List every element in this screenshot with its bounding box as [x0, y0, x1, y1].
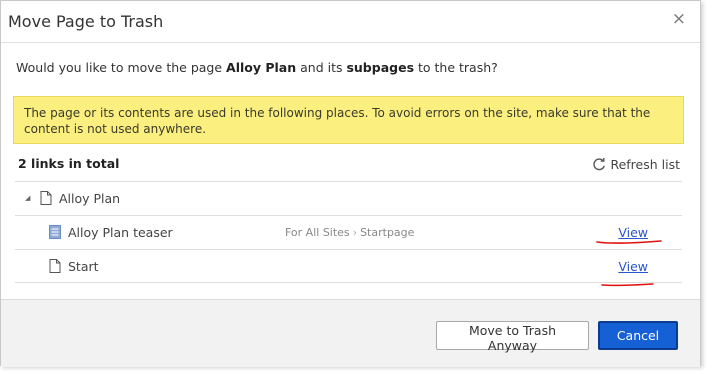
dialog-title: Move Page to Trash [8, 12, 164, 31]
tree-row-item: Alloy Plan teaser For All Sites › Startpag… [15, 215, 682, 249]
refresh-list-label: Refresh list [610, 157, 680, 172]
block-icon [49, 225, 61, 239]
question-page-name: Alloy Plan [226, 60, 297, 75]
expand-caret-icon[interactable]: ◢ [25, 194, 30, 202]
refresh-icon [593, 157, 606, 170]
tree-root-label: Alloy Plan [59, 191, 121, 206]
cancel-button[interactable]: Cancel [598, 321, 678, 350]
dialog-titlebar: Move Page to Trash × [1, 1, 700, 43]
tree-item-label: Start [68, 259, 99, 274]
move-to-trash-dialog: Move Page to Trash × Would you like to m… [0, 0, 701, 367]
chevron-right-icon: › [352, 226, 358, 239]
view-link[interactable]: View [618, 259, 648, 274]
path-segment: Startpage [360, 226, 415, 239]
confirmation-question: Would you like to move the page Alloy Pl… [16, 60, 498, 75]
close-icon[interactable]: × [672, 11, 686, 28]
tree-row-root[interactable]: ◢ Alloy Plan [15, 181, 682, 215]
dialog-footer: Move to Trash Anyway Cancel [1, 299, 700, 367]
page-icon [49, 259, 61, 273]
question-suffix: to the trash? [414, 60, 498, 75]
path-segment: For All Sites [285, 226, 350, 239]
view-link[interactable]: View [618, 225, 648, 240]
page-icon [40, 191, 52, 205]
question-subpages: subpages [346, 60, 415, 75]
links-count: 2 links in total [18, 156, 120, 171]
move-to-trash-anyway-button[interactable]: Move to Trash Anyway [436, 321, 589, 353]
refresh-list-button[interactable]: Refresh list [592, 157, 680, 172]
item-path: For All Sites › Startpage [285, 226, 414, 239]
warning-message: The page or its contents are used in the… [13, 96, 684, 144]
question-prefix: Would you like to move the page [16, 60, 227, 75]
tree-item-label: Alloy Plan teaser [68, 225, 173, 240]
tree-row-item: Start View [15, 249, 682, 283]
question-middle: and its [296, 60, 347, 75]
